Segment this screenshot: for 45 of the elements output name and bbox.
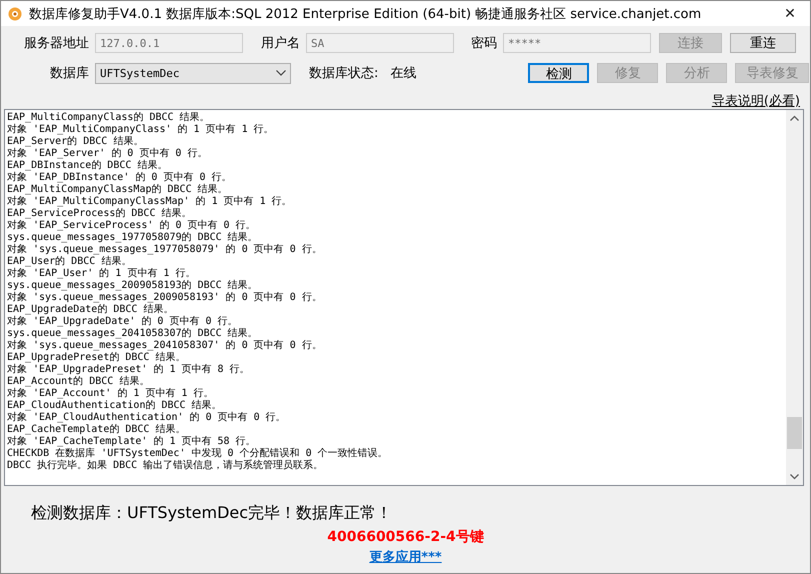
field-label: 服务器地址 (23, 35, 89, 52)
window-title: 数据库修复助手V4.0.1 数据库版本:SQL 2012 Enterprise Edition (64-bit) 畅捷通服务社区 service.chanjet.com (29, 6, 702, 22)
log-line: DBCC 执行完毕。如果 DBCC 输出了错误信息，请与系统管理员联系。 (7, 460, 324, 472)
log-line: 对象 'sys.queue_messages_2009058193' 的 0 页中有 0 行。 (7, 292, 323, 304)
reconnect-button[interactable]: 重连 (730, 33, 796, 53)
log-line: 对象 'sys.queue_messages_1977058079' 的 0 页中有 0 行。 (7, 244, 323, 256)
log-line: EAP_ServiceProcess的 DBCC 结果。 (7, 208, 192, 220)
log-line: sys.queue_messages_1977058079的 DBCC 结果。 (7, 232, 259, 244)
log-line: 对象 'EAP_UpgradeDate' 的 0 页中有 0 行。 (7, 316, 239, 328)
log-line: 对象 'EAP_CacheTemplate' 的 1 页中有 58 行。 (7, 436, 257, 448)
log-line: 对象 'EAP_Server' 的 0 页中有 0 行。 (7, 148, 208, 160)
database-dropdown[interactable]: UFTSystemDec (95, 62, 291, 84)
log-line: EAP_CacheTemplate的 DBCC 结果。 (7, 424, 186, 436)
field-label: 数据库 (49, 65, 89, 82)
log-line: 对象 'EAP_CloudAuthentication' 的 0 页中有 0 行。 (7, 412, 287, 424)
log-line: EAP_MultiCompanyClass的 DBCC 结果。 (7, 112, 211, 124)
log-line: sys.queue_messages_2041058307的 DBCC 结果。 (7, 328, 259, 340)
help-link[interactable]: 导表说明(必看) (712, 92, 800, 109)
status-label: 数据库状态: (309, 65, 378, 82)
log-line: 对象 'EAP_User' 的 1 页中有 1 行。 (7, 268, 196, 280)
log-line: 对象 'EAP_Account' 的 1 页中有 1 行。 (7, 388, 214, 400)
log-line: EAP_Server的 DBCC 结果。 (7, 136, 144, 148)
hotline-text: 4006600566-2-4号键 (326, 528, 485, 546)
log-line: 对象 'EAP_UpgradePreset' 的 1 页中有 8 行。 (7, 364, 251, 376)
action-button[interactable]: 检测 (528, 63, 590, 83)
log-line: EAP_UpgradePreset的 DBCC 结果。 (7, 352, 186, 364)
log-line: EAP_CloudAuthentication的 DBCC 结果。 (7, 400, 223, 412)
log-line: CHECKDB 在数据库 'UFTSystemDec' 中发现 0 个分配错误和 0 个一致性错误。 (7, 448, 389, 460)
close-button[interactable]: ✕ (770, 6, 810, 22)
log-line: sys.queue_messages_2009058193的 DBCC 结果。 (7, 280, 259, 292)
field-label: 密码 (470, 35, 497, 52)
log-line: 对象 'EAP_ServiceProcess' 的 0 页中有 0 行。 (7, 220, 257, 232)
log-line: 对象 'EAP_MultiCompanyClassMap' 的 1 页中有 1 行。 (7, 196, 293, 208)
field-label: 用户名 (260, 35, 300, 52)
log-line: 对象 'sys.queue_messages_2041058307' 的 0 页中有 0 行。 (7, 340, 323, 352)
log-line: EAP_Account的 DBCC 结果。 (7, 376, 150, 388)
log-line: EAP_MultiCompanyClassMap的 DBCC 结果。 (7, 184, 229, 196)
log-line: EAP_DBInstance的 DBCC 结果。 (7, 160, 168, 172)
result-message: 检测数据库：UFTSystemDec完毕！数据库正常！ (30, 502, 394, 524)
log-line: 对象 'EAP_MultiCompanyClass' 的 1 页中有 1 行。 (7, 124, 275, 136)
log-line: EAP_UpgradeDate的 DBCC 结果。 (7, 304, 174, 316)
log-line: EAP_User的 DBCC 结果。 (7, 256, 132, 268)
status-value: 在线 (390, 65, 416, 82)
log-line: 对象 'EAP_DBInstance' 的 0 页中有 0 行。 (7, 172, 232, 184)
more-apps-link[interactable]: 更多应用*** (369, 548, 442, 566)
